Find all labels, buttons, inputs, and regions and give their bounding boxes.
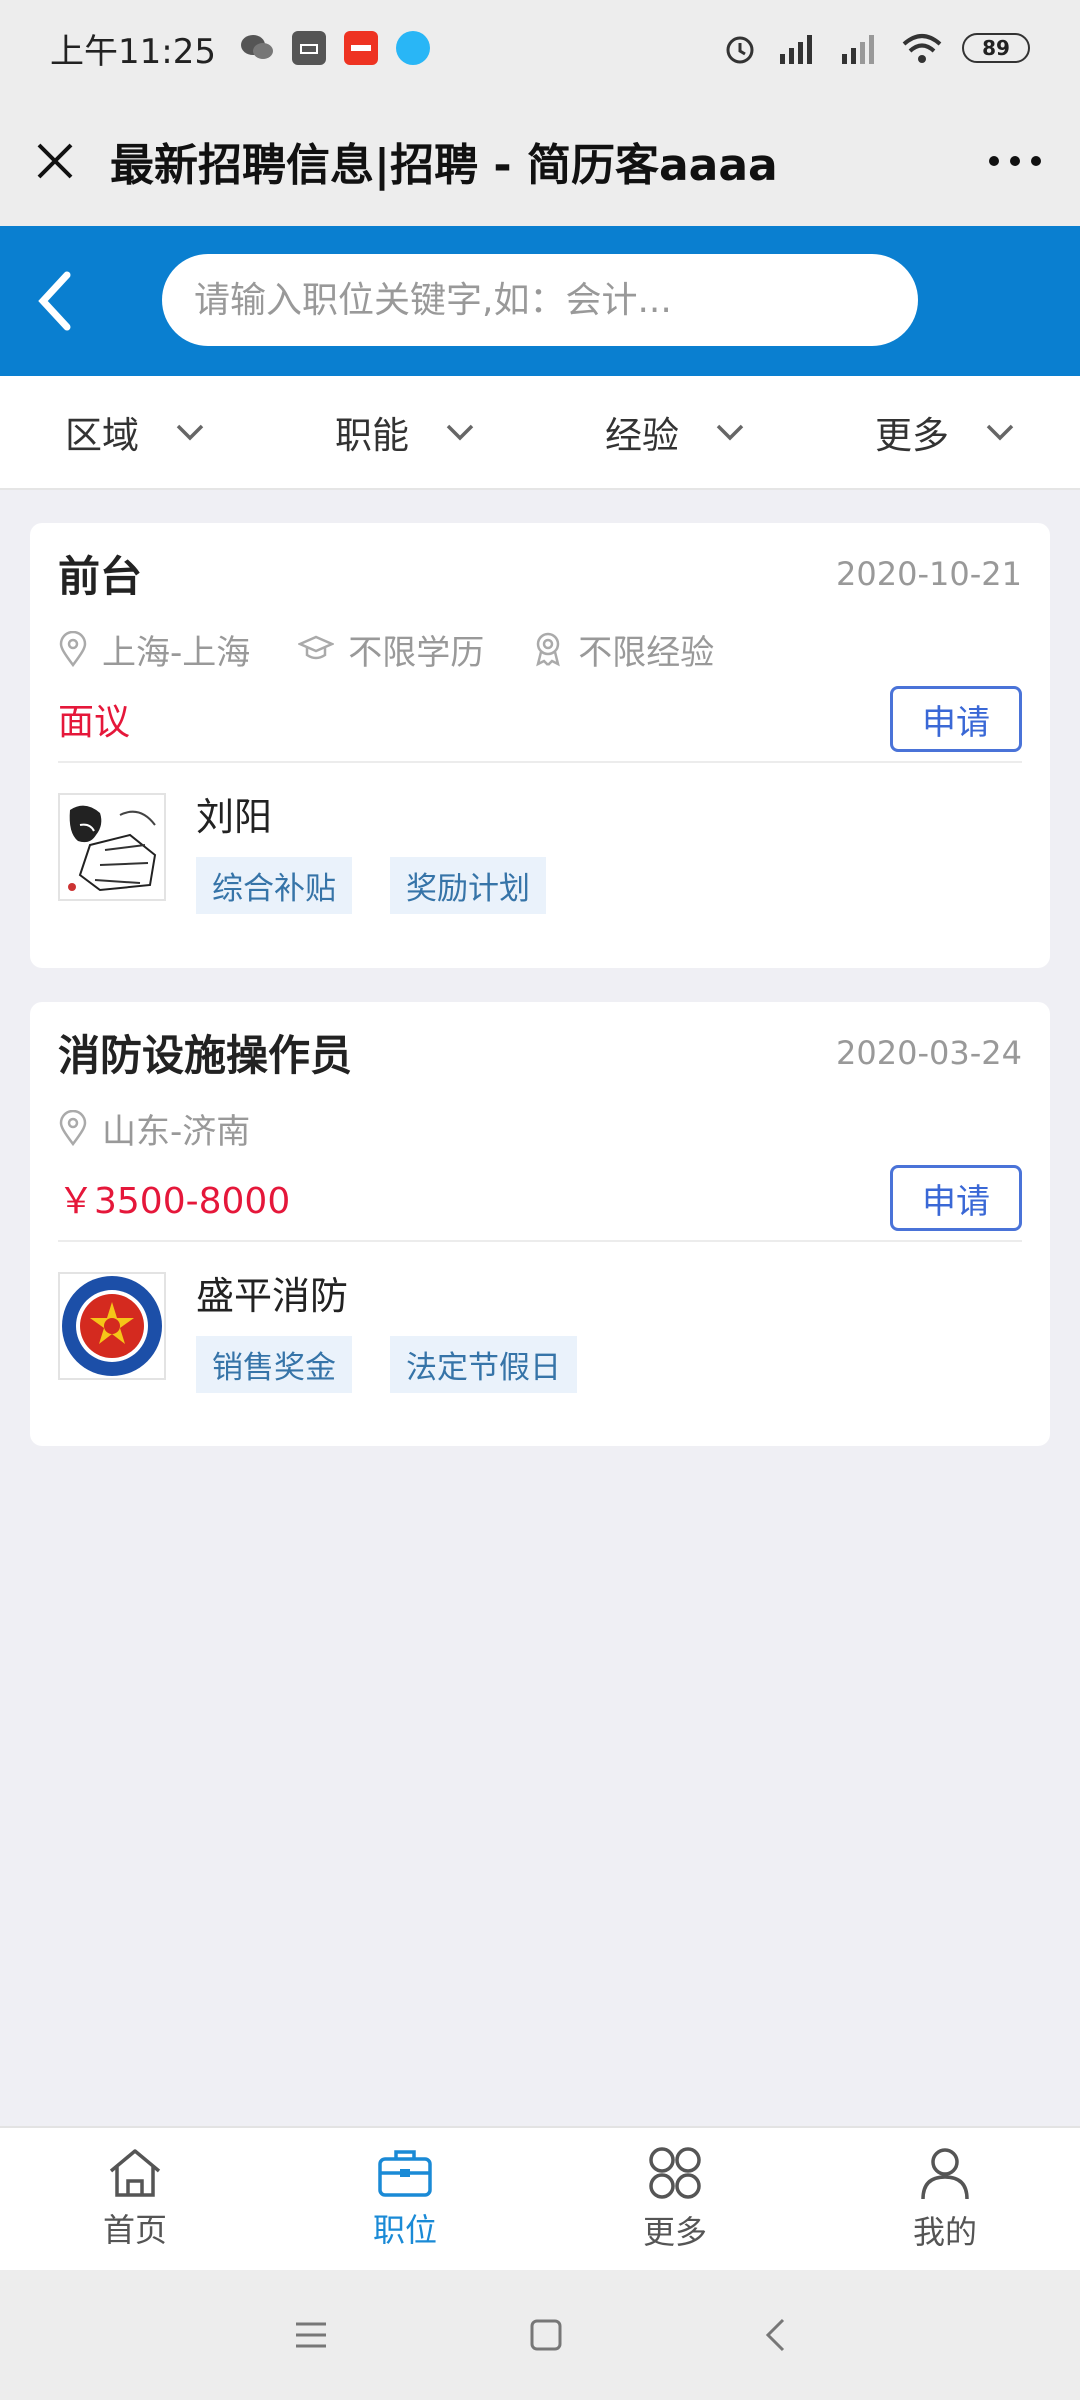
- signal-icon: [780, 35, 812, 64]
- close-icon: [37, 143, 73, 179]
- filter-label: 经验: [605, 414, 679, 457]
- status-bar: 上午11:25 89: [0, 0, 1080, 96]
- nav-more[interactable]: 更多: [540, 2128, 810, 2270]
- filter-label: 职能: [335, 414, 409, 457]
- nav-label: 职位: [372, 2211, 437, 2249]
- nav-profile[interactable]: 我的: [810, 2128, 1080, 2270]
- experience-text: 不限经验: [578, 632, 715, 673]
- nav-label: 我的: [912, 2213, 977, 2251]
- news-app-icon: [343, 31, 378, 65]
- company-name: 刘阳: [196, 795, 273, 839]
- status-time: 上午11:25: [50, 31, 216, 72]
- filter-label: 区域: [65, 414, 139, 457]
- company-logo: [58, 1272, 166, 1380]
- browser-app-icon: [395, 31, 430, 65]
- job-location: 上海-上海: [58, 625, 250, 674]
- search-input[interactable]: [194, 279, 918, 321]
- filter-region[interactable]: 区域: [0, 376, 270, 488]
- battery-indicator: 89: [962, 33, 1030, 63]
- chevron-down-icon: [446, 424, 474, 441]
- search-header: [0, 226, 1080, 376]
- benefit-tag: 奖励计划: [390, 857, 546, 914]
- apply-button[interactable]: 申请: [890, 686, 1022, 752]
- signal-icon-2: [842, 35, 874, 64]
- location-pin-icon: [59, 1110, 87, 1146]
- education-text: 不限学历: [348, 632, 485, 673]
- nav-label: 首页: [102, 2211, 167, 2249]
- job-education: 不限学历: [298, 625, 484, 674]
- nav-jobs[interactable]: 职位: [270, 2128, 540, 2270]
- job-salary: 面议: [58, 702, 131, 743]
- chevron-down-icon: [986, 424, 1014, 441]
- ellipsis-icon: [989, 156, 1041, 166]
- award-icon: [536, 632, 561, 667]
- company-name: 盛平消防: [196, 1274, 349, 1318]
- job-location: 山东-济南: [58, 1104, 250, 1153]
- briefcase-icon: [378, 2150, 432, 2197]
- job-salary: ￥3500-8000: [58, 1181, 291, 1222]
- alarm-icon: [726, 36, 754, 64]
- job-experience: 不限经验: [532, 625, 714, 674]
- back-button[interactable]: [0, 226, 110, 376]
- nav-home[interactable]: 首页: [0, 2128, 270, 2270]
- chevron-left-icon: [38, 271, 71, 331]
- bottom-nav: 首页 职位 更多 我的: [0, 2126, 1080, 2270]
- job-card[interactable]: 消防设施操作员 2020-03-24 山东-济南 ￥3500-8000 申请 盛…: [30, 1002, 1050, 1446]
- more-options-button[interactable]: [950, 96, 1080, 226]
- job-date: 2020-10-21: [836, 555, 1022, 593]
- apply-button[interactable]: 申请: [890, 1165, 1022, 1231]
- nav-label: 更多: [642, 2213, 707, 2251]
- job-card[interactable]: 前台 2020-10-21 上海-上海 不限学历 不限经验 面议 申请 刘阳 综…: [30, 523, 1050, 968]
- search-box[interactable]: [162, 254, 918, 346]
- back-triangle-icon[interactable]: [763, 2317, 787, 2353]
- job-date: 2020-03-24: [836, 1034, 1022, 1072]
- mi-store-icon: [291, 31, 326, 65]
- benefit-tag: 销售奖金: [196, 1336, 352, 1393]
- filter-more[interactable]: 更多: [810, 376, 1080, 488]
- graduation-cap-icon: [298, 635, 335, 660]
- system-nav-bar: [0, 2270, 1080, 2400]
- company-logo: [58, 793, 166, 901]
- wifi-icon: [902, 34, 942, 63]
- filter-experience[interactable]: 经验: [540, 376, 810, 488]
- grid-icon: [649, 2147, 701, 2199]
- chevron-down-icon: [716, 424, 744, 441]
- user-icon: [921, 2148, 969, 2200]
- chevron-down-icon: [176, 424, 204, 441]
- location-pin-icon: [59, 631, 87, 667]
- menu-icon[interactable]: [293, 2320, 329, 2350]
- location-text: 上海-上海: [102, 632, 251, 673]
- close-button[interactable]: [0, 96, 110, 226]
- filter-bar: 区域 职能 经验 更多: [0, 376, 1080, 490]
- benefit-tag: 综合补贴: [196, 857, 352, 914]
- page-title: 最新招聘信息|招聘 - 简历客aaaa: [110, 140, 778, 191]
- benefit-tag: 法定节假日: [390, 1336, 577, 1393]
- home-icon: [109, 2149, 161, 2197]
- filter-label: 更多: [875, 414, 949, 457]
- filter-function[interactable]: 职能: [270, 376, 540, 488]
- title-bar: 最新招聘信息|招聘 - 简历客aaaa: [0, 96, 1080, 226]
- home-square-icon[interactable]: [529, 2318, 563, 2352]
- location-text: 山东-济南: [102, 1111, 251, 1152]
- wechat-icon: [240, 31, 274, 65]
